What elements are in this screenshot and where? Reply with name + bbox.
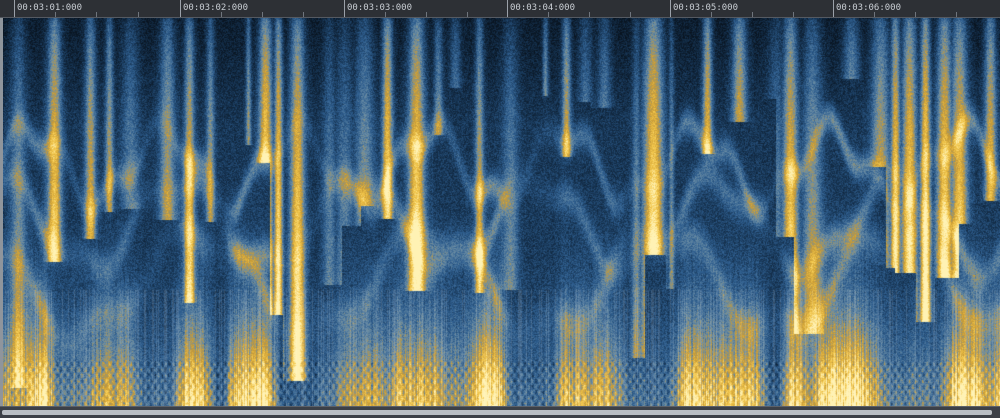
timeline-label: 00:03:06:000 — [836, 3, 902, 13]
horizontal-scrollbar[interactable] — [0, 406, 1000, 418]
timeline-tick — [180, 0, 181, 17]
timeline-tick — [670, 0, 671, 17]
spectral-editor-window: 00:03:01:000 00:03:02:000 00:03:03:000 0… — [0, 0, 1000, 418]
timeline-label: 00:03:01:000 — [17, 3, 83, 13]
scrollbar-thumb[interactable] — [2, 410, 992, 415]
timeline-tick — [14, 0, 15, 17]
timeline-tick — [507, 0, 508, 17]
timeline-label: 00:03:04:000 — [510, 3, 576, 13]
view-left-edge — [0, 18, 3, 406]
timeline-label: 00:03:05:000 — [673, 3, 739, 13]
spectrogram-view[interactable] — [3, 18, 1000, 406]
timeline-label: 00:03:02:000 — [183, 3, 249, 13]
timeline-label: 00:03:03:000 — [347, 3, 413, 13]
timeline-ruler[interactable]: 00:03:01:000 00:03:02:000 00:03:03:000 0… — [0, 0, 1000, 18]
timeline-tick — [833, 0, 834, 17]
timeline-tick — [344, 0, 345, 17]
